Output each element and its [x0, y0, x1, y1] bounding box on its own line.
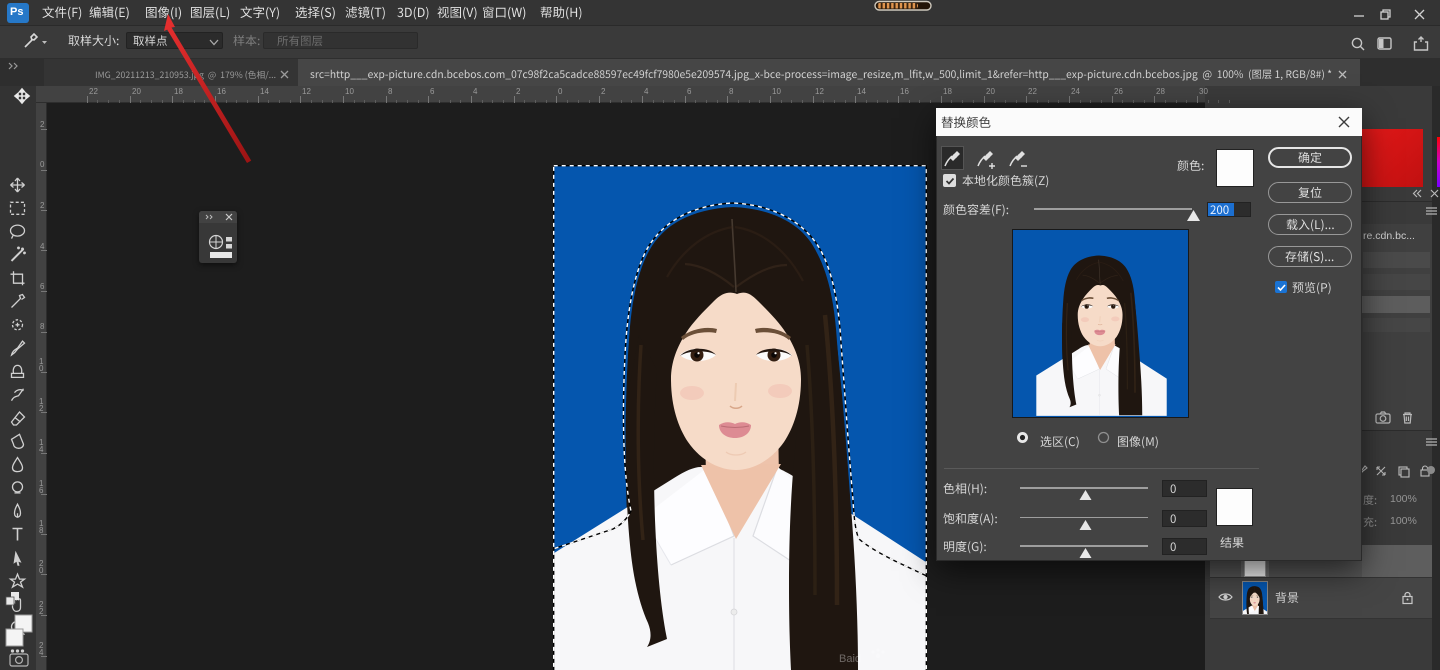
svg-text:Baid: Baid [839, 653, 861, 665]
